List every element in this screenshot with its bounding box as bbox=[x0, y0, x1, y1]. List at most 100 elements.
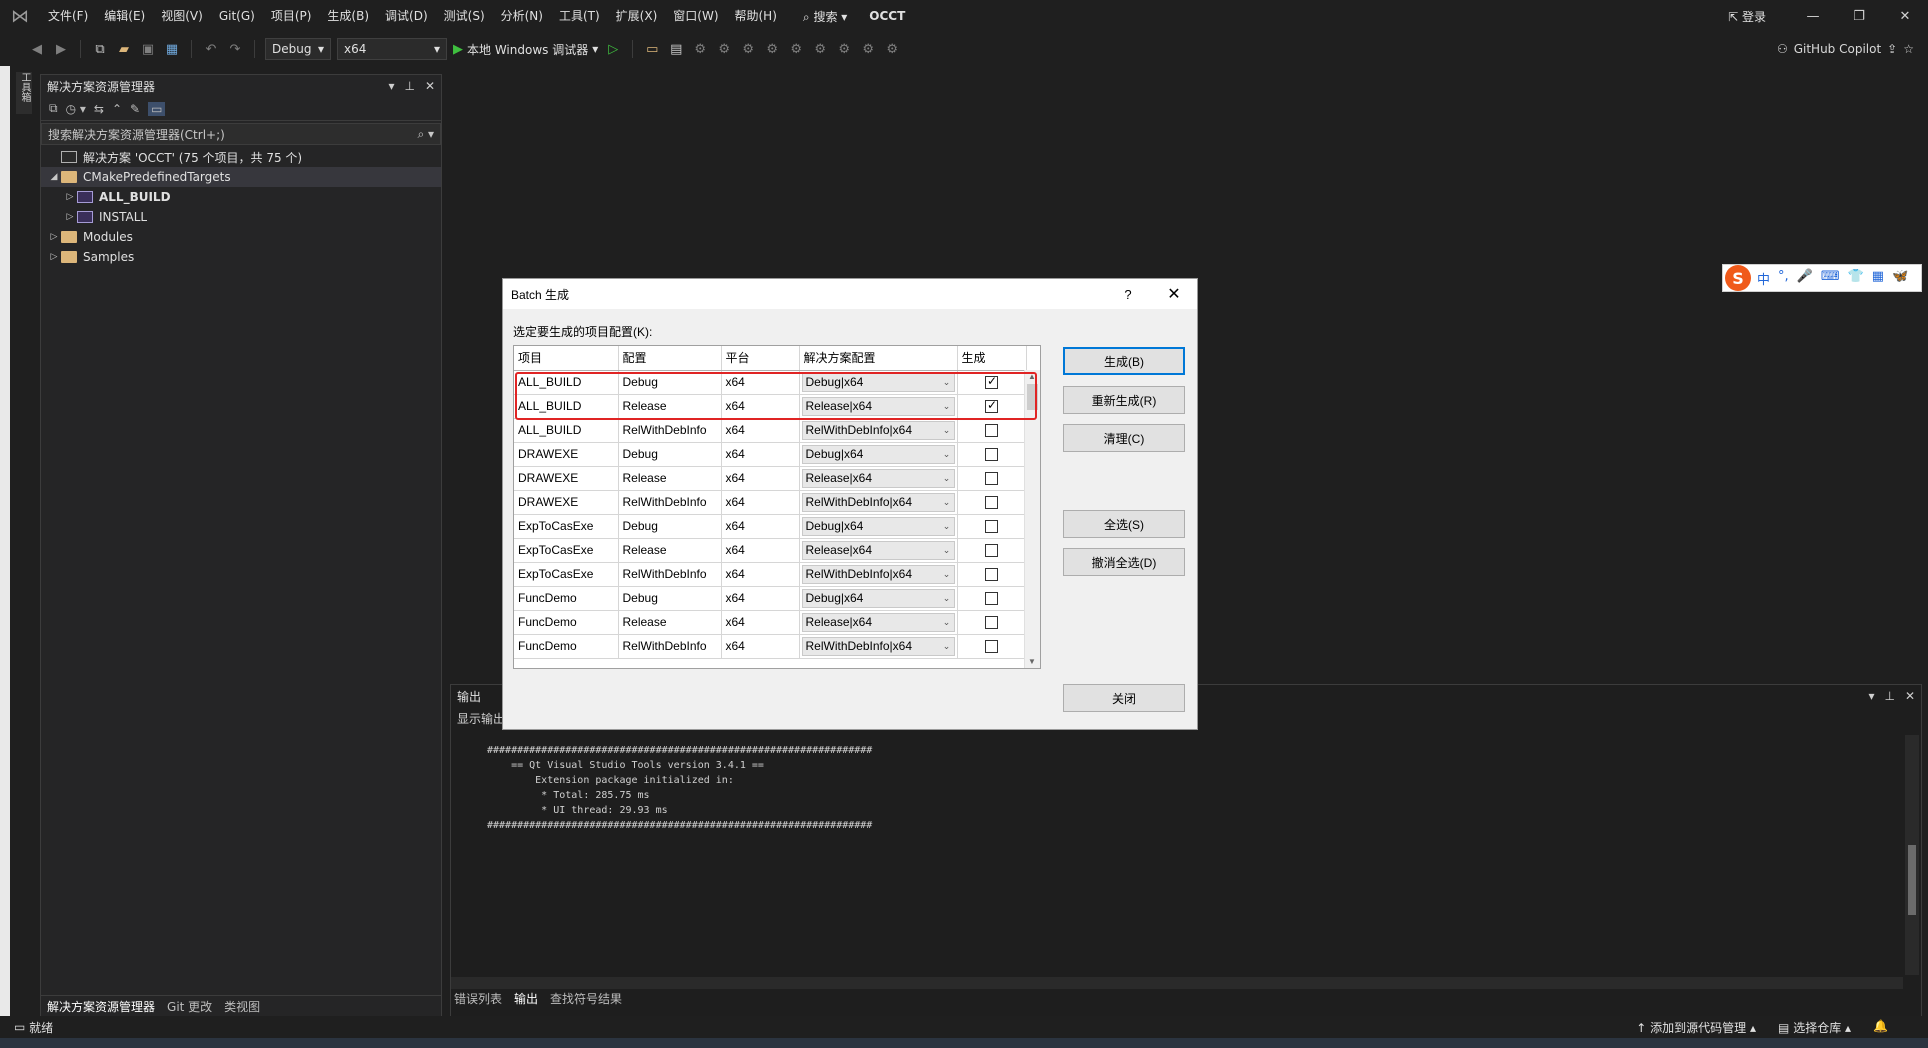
forward-icon[interactable]: ▶ bbox=[52, 42, 70, 57]
debug-tool-icon[interactable]: ⚙ bbox=[763, 42, 781, 57]
github-copilot-button[interactable]: ⚇ GitHub Copilot ⇪ ☆ bbox=[1777, 42, 1914, 56]
solution-config-select[interactable]: Debug|x64 ⌄ bbox=[801, 516, 955, 536]
save-all-icon[interactable]: ▦ bbox=[163, 42, 181, 57]
horizontal-scrollbar[interactable] bbox=[451, 977, 1903, 989]
build-checkbox[interactable] bbox=[985, 592, 998, 606]
ime-button[interactable]: 🦋 bbox=[1892, 269, 1908, 288]
solution-search-input[interactable]: 搜索解决方案资源管理器(Ctrl+;) ⌕ ▾ bbox=[41, 123, 441, 145]
build-checkbox[interactable] bbox=[985, 568, 998, 582]
build-checkbox[interactable] bbox=[985, 398, 998, 414]
menu-item[interactable]: 扩展(X) bbox=[608, 0, 666, 32]
close-button[interactable]: 关闭 bbox=[1063, 684, 1185, 712]
build-checkbox[interactable] bbox=[985, 472, 998, 486]
tree-item[interactable]: 解决方案 'OCCT' (75 个项目，共 75 个) bbox=[41, 147, 441, 167]
table-row[interactable]: ALL_BUILD RelWithDebInfo x64 RelWithDebInfo… bbox=[514, 418, 1027, 443]
restore-icon[interactable]: ❐ bbox=[1836, 9, 1882, 24]
back-icon[interactable]: ◀ bbox=[28, 42, 46, 57]
scroll-thumb[interactable] bbox=[1908, 845, 1916, 915]
browse-icon[interactable]: ▭ bbox=[643, 42, 661, 57]
collapsed-arrow-icon[interactable]: ▷ bbox=[47, 252, 61, 262]
column-header[interactable]: 解决方案配置 bbox=[799, 346, 958, 371]
clean-button[interactable]: 清理(C) bbox=[1063, 424, 1185, 452]
table-row[interactable]: ExpToCasExe RelWithDebInfo x64 RelWithDebIn… bbox=[514, 562, 1027, 587]
switch-views-icon[interactable]: ⧉ bbox=[49, 101, 58, 116]
menu-item[interactable]: 文件(F) bbox=[40, 0, 96, 32]
close-icon[interactable]: ✕ bbox=[425, 79, 435, 93]
build-checkbox[interactable] bbox=[985, 448, 998, 462]
vertical-scrollbar[interactable] bbox=[1905, 735, 1919, 975]
close-icon[interactable]: ✕ bbox=[1151, 284, 1197, 304]
redo-icon[interactable]: ↷ bbox=[226, 42, 244, 57]
panel-tab[interactable]: 错误列表 bbox=[454, 990, 502, 1007]
solution-config-select[interactable]: Debug|x64 ⌄ bbox=[801, 588, 955, 608]
solution-config-select[interactable]: Debug|x64 ⌄ bbox=[801, 372, 955, 392]
dropdown-icon[interactable]: ▾ bbox=[388, 79, 394, 93]
deselect-all-button[interactable]: 撤消全选(D) bbox=[1063, 548, 1185, 576]
select-repo-button[interactable]: ▤ 选择仓库 ▴ bbox=[1778, 1019, 1851, 1036]
solution-config-select[interactable]: RelWithDebInfo|x64 ⌄ bbox=[801, 564, 955, 584]
table-row[interactable]: ExpToCasExe Release x64 Release|x64 ⌄ bbox=[514, 538, 1027, 563]
expanded-arrow-icon[interactable]: ◢ bbox=[47, 172, 61, 182]
collapsed-arrow-icon[interactable]: ▷ bbox=[63, 192, 77, 202]
tree-item[interactable]: ▷ INSTALL bbox=[41, 207, 441, 227]
build-button[interactable]: 生成(B) bbox=[1063, 347, 1185, 375]
tree-item[interactable]: ▷ Modules bbox=[41, 227, 441, 247]
panel-tab[interactable]: 类视图 bbox=[224, 998, 260, 1015]
build-checkbox[interactable] bbox=[985, 544, 998, 558]
build-checkbox[interactable] bbox=[985, 640, 998, 654]
save-icon[interactable]: ▣ bbox=[139, 42, 157, 57]
solution-config-select[interactable]: RelWithDebInfo|x64 ⌄ bbox=[801, 492, 955, 512]
build-checkbox[interactable] bbox=[985, 374, 998, 390]
table-row[interactable]: ALL_BUILD Debug x64 Debug|x64 ⌄ bbox=[514, 370, 1027, 395]
preview-icon[interactable]: ▭ bbox=[148, 101, 166, 116]
menu-item[interactable]: 项目(P) bbox=[263, 0, 320, 32]
ime-button[interactable]: 🎤 bbox=[1797, 269, 1813, 288]
ime-button[interactable]: ▦ bbox=[1872, 269, 1884, 288]
menu-item[interactable]: 视图(V) bbox=[153, 0, 211, 32]
solution-config-select[interactable]: Release|x64 ⌄ bbox=[801, 396, 955, 416]
properties-icon[interactable]: ✎ bbox=[130, 102, 140, 116]
column-header[interactable]: 生成 bbox=[957, 346, 1027, 371]
share-icon[interactable]: ⇪ bbox=[1887, 42, 1897, 56]
table-row[interactable]: ExpToCasExe Debug x64 Debug|x64 ⌄ bbox=[514, 514, 1027, 539]
feedback-icon[interactable]: ☆ bbox=[1903, 42, 1914, 56]
help-icon[interactable]: ? bbox=[1105, 287, 1151, 302]
menu-item[interactable]: 窗口(W) bbox=[665, 0, 726, 32]
platform-select[interactable]: x64 ▾ bbox=[337, 38, 447, 60]
table-row[interactable]: DRAWEXE Debug x64 Debug|x64 ⌄ bbox=[514, 442, 1027, 467]
debug-tool-icon[interactable]: ⚙ bbox=[739, 42, 757, 57]
table-row[interactable]: FuncDemo Release x64 Release|x64 ⌄ bbox=[514, 610, 1027, 635]
history-icon[interactable]: ◷ ▾ bbox=[66, 102, 86, 116]
configuration-select[interactable]: Debug ▾ bbox=[265, 38, 331, 60]
debug-tool-icon[interactable]: ⚙ bbox=[787, 42, 805, 57]
panel-tab[interactable]: Git 更改 bbox=[167, 998, 212, 1015]
menu-item[interactable]: 调试(D) bbox=[377, 0, 436, 32]
pin-icon[interactable]: ⊥ bbox=[404, 79, 414, 93]
solution-config-select[interactable]: Release|x64 ⌄ bbox=[801, 612, 955, 632]
table-row[interactable]: DRAWEXE RelWithDebInfo x64 RelWithDebInfo|x… bbox=[514, 490, 1027, 515]
grid-scrollbar[interactable]: ▲ ▼ bbox=[1024, 370, 1040, 668]
build-checkbox[interactable] bbox=[985, 616, 998, 630]
start-debugging-button[interactable]: ▶ 本地 Windows 调试器 ▾ bbox=[453, 41, 598, 58]
column-header[interactable]: 配置 bbox=[618, 346, 722, 371]
debug-tool-icon[interactable]: ⚙ bbox=[835, 42, 853, 57]
debug-tool-icon[interactable]: ⚙ bbox=[811, 42, 829, 57]
menu-item[interactable]: 工具(T) bbox=[551, 0, 608, 32]
tree-item[interactable]: ◢ CMakePredefinedTargets bbox=[41, 167, 441, 187]
collapsed-arrow-icon[interactable]: ▷ bbox=[63, 212, 77, 222]
panel-tab[interactable]: 输出 bbox=[514, 990, 538, 1007]
solution-config-select[interactable]: Debug|x64 ⌄ bbox=[801, 444, 955, 464]
minimize-icon[interactable]: — bbox=[1790, 9, 1836, 24]
notifications-icon[interactable]: 🔔 bbox=[1873, 1019, 1888, 1036]
tree-item[interactable]: ▷ ALL_BUILD bbox=[41, 187, 441, 207]
table-row[interactable]: FuncDemo RelWithDebInfo x64 RelWithDebInfo|… bbox=[514, 634, 1027, 659]
debug-tool-icon[interactable]: ⚙ bbox=[691, 42, 709, 57]
add-source-control-button[interactable]: ↑ 添加到源代码管理 ▴ bbox=[1636, 1019, 1756, 1036]
ime-button[interactable]: °, bbox=[1778, 269, 1789, 288]
dropdown-icon[interactable]: ▾ bbox=[1868, 689, 1874, 703]
tree-item[interactable]: ▷ Samples bbox=[41, 247, 441, 267]
table-row[interactable]: ALL_BUILD Release x64 Release|x64 ⌄ bbox=[514, 394, 1027, 419]
menu-item[interactable]: 编辑(E) bbox=[96, 0, 153, 32]
debug-tool-icon[interactable]: ⚙ bbox=[715, 42, 733, 57]
toolbox-tab[interactable]: 工具箱 bbox=[16, 72, 32, 114]
